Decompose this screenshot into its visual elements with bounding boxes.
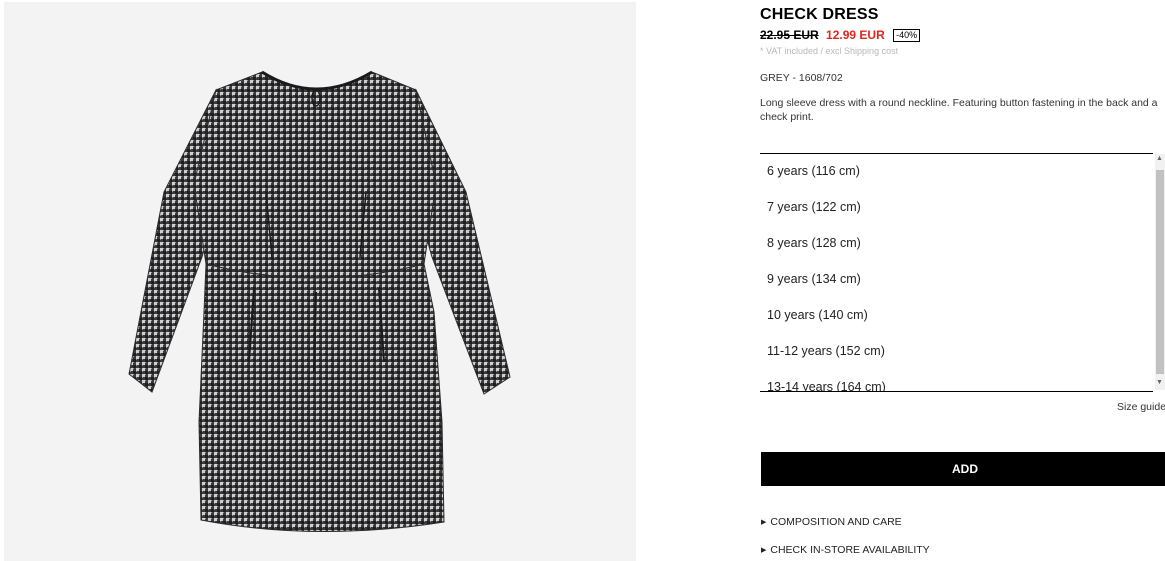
product-image[interactable] — [4, 2, 636, 561]
size-option[interactable]: 9 years (134 cm) — [767, 272, 861, 286]
store-availability-link[interactable]: ▶ CHECK IN-STORE AVAILABILITY — [761, 544, 930, 556]
composition-care-label: COMPOSITION AND CARE — [770, 516, 902, 528]
dress-photo — [128, 70, 511, 532]
store-availability-label: CHECK IN-STORE AVAILABILITY — [770, 544, 930, 556]
size-option[interactable]: 7 years (122 cm) — [767, 200, 861, 214]
product-description: Long sleeve dress with a round neckline.… — [760, 97, 1158, 123]
product-info: CHECK DRESS 22.95 EUR 12.99 EUR -40% * V… — [760, 0, 1165, 561]
original-price: 22.95 EUR — [760, 28, 819, 42]
size-option[interactable]: 11-12 years (152 cm) — [767, 344, 885, 358]
expand-icon: ▶ — [761, 547, 767, 554]
price-row: 22.95 EUR 12.99 EUR -40% — [760, 28, 921, 44]
sale-price: 12.99 EUR — [826, 28, 885, 42]
expand-icon: ▶ — [761, 519, 767, 526]
scroll-down-icon[interactable]: ▼ — [1156, 378, 1163, 388]
color-reference: GREY - 1608/702 — [760, 72, 843, 84]
discount-badge: -40% — [893, 29, 921, 42]
size-option[interactable]: 6 years (116 cm) — [767, 164, 860, 178]
size-list-scrollbar[interactable]: ▲ ▼ — [1155, 154, 1165, 390]
size-option[interactable]: 8 years (128 cm) — [767, 236, 861, 250]
scrollbar-thumb[interactable] — [1156, 170, 1164, 374]
product-title: CHECK DRESS — [760, 6, 879, 23]
size-list[interactable]: 6 years (116 cm) 7 years (122 cm) 8 year… — [760, 153, 1153, 392]
add-to-cart-button[interactable]: ADD — [761, 452, 1165, 486]
size-option[interactable]: 10 years (140 cm) — [767, 308, 868, 322]
vat-note: * VAT included / excl Shipping cost — [760, 46, 899, 56]
size-option[interactable]: 13-14 years (164 cm) — [767, 380, 886, 391]
scroll-up-icon[interactable]: ▲ — [1156, 154, 1163, 164]
size-guide-link[interactable]: Size guide — [1117, 401, 1165, 413]
composition-care-link[interactable]: ▶ COMPOSITION AND CARE — [761, 516, 902, 528]
